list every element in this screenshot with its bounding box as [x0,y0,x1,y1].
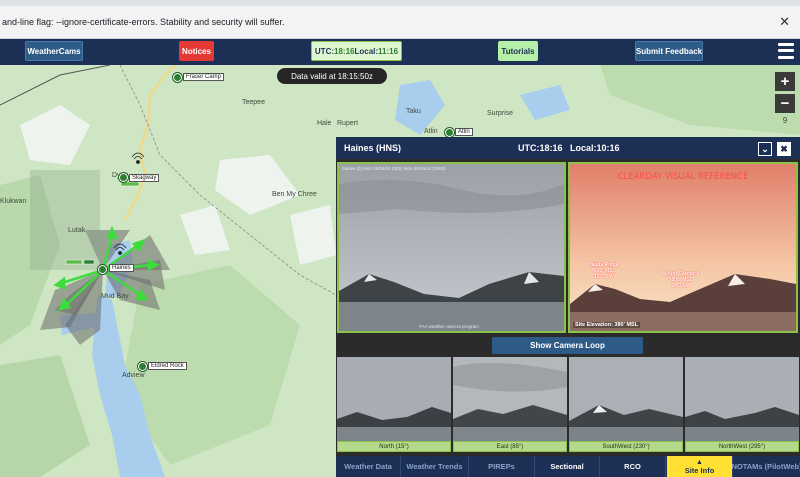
station-label-eldred-rock[interactable]: Eldred Rock [148,362,187,370]
station-eldred-rock[interactable] [138,362,147,371]
camera-thumb-caption: SouthWest (230°) [569,441,683,452]
tab-sectional[interactable]: Sectional [535,456,600,477]
zoom-control: + − 9 [775,72,795,125]
place-taku: Taku [406,108,421,115]
place-ben-my-chree: Ben My Chree [272,191,317,198]
reference-pin-haluta-ridge: Haluta Ridge 4590' MSL 10.0 SM [588,262,619,280]
place-rupert: Rupert [337,120,359,127]
reference-title: CLEARDAY VISUAL REFERENCE [617,172,749,182]
reference-site-elevation: Site Elevation: 380' MSL [573,322,641,328]
station-label-haines[interactable]: Haines [109,264,134,272]
infobar-message: and-line flag: --ignore-certificate-erro… [2,17,285,27]
submit-feedback-button[interactable]: Submit Feedback [635,41,703,61]
place-mud-bay: Mud Bay [101,293,129,300]
tab-site-info[interactable]: ▲ Site Info [667,456,733,477]
site-utc-time: UTC:18:16 [518,143,563,153]
reference-pin-mount-carmack: Mount Carmack 5808' MSL 24.0 SM [662,271,700,289]
station-label-fraser-camp[interactable]: Fraser Camp [183,73,225,81]
tutorials-button[interactable]: Tutorials [498,41,538,61]
station-haines[interactable] [98,265,107,274]
utc-label: UTC: [314,46,335,56]
camera-thumb-northwest[interactable]: NorthWest (295°) [685,357,799,453]
zoom-in-button[interactable]: + [775,72,795,91]
camera-thumb-north[interactable]: North (15°) [337,357,451,453]
close-panel-button[interactable]: ✖ [777,142,791,156]
site-panel-header: Haines (HNS) UTC:18:16 Local:10:16 ⌄ ✖ [336,137,800,159]
tab-notams[interactable]: NOTAMs (PilotWeb) [731,456,800,477]
site-local-time: Local:10:16 [570,143,620,153]
tab-pireps[interactable]: PIREPs [469,456,535,477]
local-label: Local: [354,46,379,56]
camera-thumb-southwest[interactable]: SouthWest (230°) [569,357,683,453]
site-panel: Haines (HNS) UTC:18:16 Local:10:16 ⌄ ✖ h… [336,137,800,477]
browser-infobar: and-line flag: --ignore-certificate-erro… [0,6,800,39]
camera-thumb-caption: NorthWest (295°) [685,441,799,452]
tab-weather-trends[interactable]: Weather Trends [401,456,469,477]
menu-icon[interactable] [778,41,794,61]
place-surprise: Surprise [487,110,514,117]
local-time: 11:16 [378,46,399,56]
tab-weather-data[interactable]: Weather Data [336,456,401,477]
place-teepee: Teepee [242,99,265,106]
clearday-reference-image[interactable]: CLEARDAY VISUAL REFERENCE Haluta Ridge 4… [568,162,798,333]
notices-button[interactable]: Notices [179,41,214,61]
place-atlin: Atlin [424,128,438,135]
camera-scene [339,164,564,331]
station-label-atlin[interactable]: Atlin [455,128,473,136]
weathercams-button[interactable]: WeatherCams [25,41,83,61]
site-panel-tabs: Weather Data Weather Trends PIREPs Secti… [336,456,800,477]
zoom-level: 9 [782,116,788,125]
data-valid-pill: Data valid at 18:15:50z [277,68,387,84]
reference-scene [570,164,796,331]
infobar-close-icon[interactable]: ✕ [779,14,790,30]
place-hale: Hale [317,120,332,127]
tab-site-info-label: Site Info [684,465,715,475]
place-klukwan: Klukwan [0,198,27,205]
utc-time: 18:16 [334,46,355,56]
station-atlin[interactable] [445,128,454,137]
camera-thumb-caption: North (15°) [337,441,451,452]
collapse-panel-button[interactable]: ⌄ [758,142,772,156]
place-adview: Adview [122,372,145,379]
time-display: UTC: 18:16 Local: 11:16 [311,41,402,61]
camera-thumb-east[interactable]: East (85°) [453,357,567,453]
show-camera-loop-button[interactable]: Show Camera Loop [492,337,643,354]
zoom-out-button[interactable]: − [775,94,795,113]
camera-thumb-caption: East (85°) [453,441,567,452]
main-camera-image[interactable]: haines (0) Mon 09/16/24 (002) Mon 09/16/… [337,162,566,333]
station-skagway[interactable] [119,173,128,182]
place-lutak: Lutak [68,227,86,234]
station-fraser-camp[interactable] [173,73,182,82]
app-navbar: WeatherCams Notices UTC: 18:16 Local: 11:1… [0,39,800,65]
site-title: Haines (HNS) [344,143,402,153]
main-camera-timestamp: haines (0) Mon 09/16/24 (002) Mon 09/16/… [342,166,446,171]
station-label-skagway[interactable]: Skagway [129,174,160,182]
tab-rco[interactable]: RCO [600,456,666,477]
main-camera-caption: FAA weather camera program [419,324,479,329]
